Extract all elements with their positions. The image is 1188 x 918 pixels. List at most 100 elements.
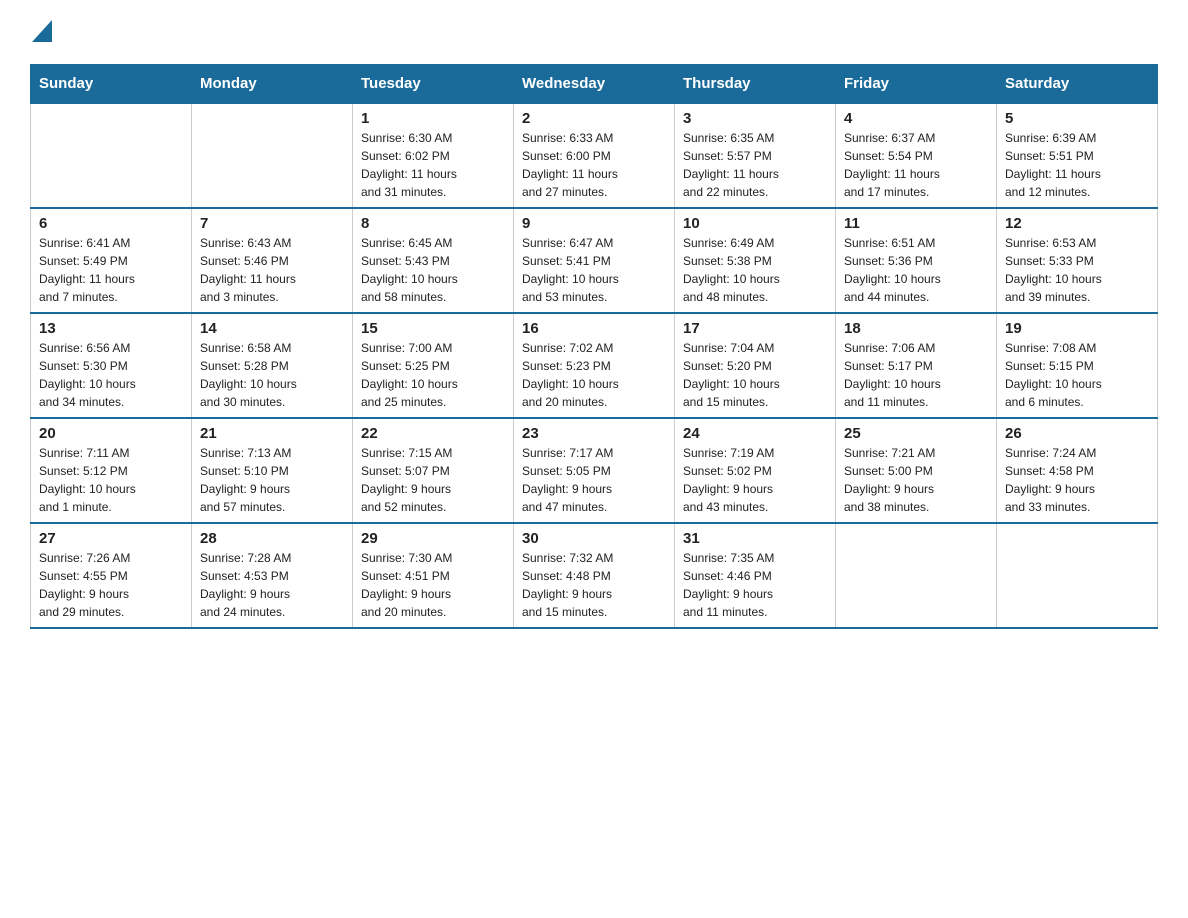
- calendar-day-cell: 17 Sunrise: 7:04 AM Sunset: 5:20 PM Dayli…: [675, 313, 836, 418]
- day-info-text: Sunrise: 6:53 AM Sunset: 5:33 PM Dayligh…: [1005, 234, 1149, 306]
- day-info-text: Sunrise: 7:15 AM Sunset: 5:07 PM Dayligh…: [361, 444, 505, 516]
- calendar-day-cell: 11 Sunrise: 6:51 AM Sunset: 5:36 PM Dayli…: [836, 208, 997, 313]
- calendar-table: SundayMondayTuesdayWednesdayThursdayFrid…: [30, 64, 1158, 629]
- calendar-day-cell: [192, 103, 353, 208]
- calendar-day-cell: 19Sunrise: 7:08 AM Sunset: 5:15 PM Dayli…: [997, 313, 1158, 418]
- day-info-text: Sunrise: 6:43 AM Sunset: 5:46 PM Dayligh…: [200, 234, 344, 306]
- day-of-week-header: Monday: [192, 65, 353, 104]
- page-header: [30, 20, 1158, 44]
- day-number: 31: [683, 530, 827, 547]
- day-info-text: Sunrise: 6:39 AM Sunset: 5:51 PM Dayligh…: [1005, 129, 1149, 201]
- calendar-day-cell: 15 Sunrise: 7:00 AM Sunset: 5:25 PM Dayli…: [353, 313, 514, 418]
- day-number: 24: [683, 425, 827, 442]
- day-number: 17: [683, 320, 827, 337]
- calendar-day-cell: 12 Sunrise: 6:53 AM Sunset: 5:33 PM Dayli…: [997, 208, 1158, 313]
- calendar-week-row: 13 Sunrise: 6:56 AM Sunset: 5:30 PM Dayli…: [31, 313, 1158, 418]
- calendar-day-cell: 29 Sunrise: 7:30 AM Sunset: 4:51 PM Dayli…: [353, 523, 514, 628]
- day-number: 4: [844, 110, 988, 127]
- day-info-text: Sunrise: 7:13 AM Sunset: 5:10 PM Dayligh…: [200, 444, 344, 516]
- calendar-day-cell: 9 Sunrise: 6:47 AM Sunset: 5:41 PM Daylig…: [514, 208, 675, 313]
- day-number: 5: [1005, 110, 1149, 127]
- day-number: 13: [39, 320, 183, 337]
- day-number: 1: [361, 110, 505, 127]
- calendar-day-cell: 4 Sunrise: 6:37 AM Sunset: 5:54 PM Daylig…: [836, 103, 997, 208]
- calendar-day-cell: [31, 103, 192, 208]
- day-info-text: Sunrise: 6:37 AM Sunset: 5:54 PM Dayligh…: [844, 129, 988, 201]
- calendar-day-cell: 18 Sunrise: 7:06 AM Sunset: 5:17 PM Dayli…: [836, 313, 997, 418]
- day-info-text: Sunrise: 6:56 AM Sunset: 5:30 PM Dayligh…: [39, 339, 183, 411]
- calendar-day-cell: 2 Sunrise: 6:33 AM Sunset: 6:00 PM Daylig…: [514, 103, 675, 208]
- calendar-day-cell: 13 Sunrise: 6:56 AM Sunset: 5:30 PM Dayli…: [31, 313, 192, 418]
- day-number: 8: [361, 215, 505, 232]
- day-info-text: Sunrise: 6:49 AM Sunset: 5:38 PM Dayligh…: [683, 234, 827, 306]
- calendar-week-row: 1 Sunrise: 6:30 AM Sunset: 6:02 PM Daylig…: [31, 103, 1158, 208]
- day-info-text: Sunrise: 7:24 AM Sunset: 4:58 PM Dayligh…: [1005, 444, 1149, 516]
- day-number: 27: [39, 530, 183, 547]
- day-info-text: Sunrise: 6:45 AM Sunset: 5:43 PM Dayligh…: [361, 234, 505, 306]
- calendar-day-cell: 20Sunrise: 7:11 AM Sunset: 5:12 PM Dayli…: [31, 418, 192, 523]
- calendar-day-cell: 31 Sunrise: 7:35 AM Sunset: 4:46 PM Dayli…: [675, 523, 836, 628]
- calendar-week-row: 6 Sunrise: 6:41 AM Sunset: 5:49 PM Daylig…: [31, 208, 1158, 313]
- calendar-day-cell: 6 Sunrise: 6:41 AM Sunset: 5:49 PM Daylig…: [31, 208, 192, 313]
- day-info-text: Sunrise: 6:51 AM Sunset: 5:36 PM Dayligh…: [844, 234, 988, 306]
- day-info-text: Sunrise: 7:06 AM Sunset: 5:17 PM Dayligh…: [844, 339, 988, 411]
- day-info-text: Sunrise: 7:35 AM Sunset: 4:46 PM Dayligh…: [683, 549, 827, 621]
- calendar-day-cell: 16 Sunrise: 7:02 AM Sunset: 5:23 PM Dayli…: [514, 313, 675, 418]
- logo-arrow-icon: [32, 20, 52, 42]
- day-info-text: Sunrise: 7:30 AM Sunset: 4:51 PM Dayligh…: [361, 549, 505, 621]
- calendar-day-cell: 8 Sunrise: 6:45 AM Sunset: 5:43 PM Daylig…: [353, 208, 514, 313]
- calendar-day-cell: 1 Sunrise: 6:30 AM Sunset: 6:02 PM Daylig…: [353, 103, 514, 208]
- day-number: 30: [522, 530, 666, 547]
- calendar-day-cell: 7 Sunrise: 6:43 AM Sunset: 5:46 PM Daylig…: [192, 208, 353, 313]
- day-number: 2: [522, 110, 666, 127]
- calendar-day-cell: 28 Sunrise: 7:28 AM Sunset: 4:53 PM Dayli…: [192, 523, 353, 628]
- day-info-text: Sunrise: 7:00 AM Sunset: 5:25 PM Dayligh…: [361, 339, 505, 411]
- day-info-text: Sunrise: 6:30 AM Sunset: 6:02 PM Dayligh…: [361, 129, 505, 201]
- day-number: 6: [39, 215, 183, 232]
- day-number: 14: [200, 320, 344, 337]
- day-number: 29: [361, 530, 505, 547]
- day-info-text: Sunrise: 7:04 AM Sunset: 5:20 PM Dayligh…: [683, 339, 827, 411]
- calendar-week-row: 27 Sunrise: 7:26 AM Sunset: 4:55 PM Dayli…: [31, 523, 1158, 628]
- day-number: 20: [39, 425, 183, 442]
- day-number: 11: [844, 215, 988, 232]
- day-of-week-header: Saturday: [997, 65, 1158, 104]
- calendar-day-cell: 24Sunrise: 7:19 AM Sunset: 5:02 PM Dayli…: [675, 418, 836, 523]
- day-info-text: Sunrise: 6:41 AM Sunset: 5:49 PM Dayligh…: [39, 234, 183, 306]
- calendar-day-cell: 25 Sunrise: 7:21 AM Sunset: 5:00 PM Dayli…: [836, 418, 997, 523]
- day-info-text: Sunrise: 6:47 AM Sunset: 5:41 PM Dayligh…: [522, 234, 666, 306]
- day-info-text: Sunrise: 7:21 AM Sunset: 5:00 PM Dayligh…: [844, 444, 988, 516]
- day-number: 18: [844, 320, 988, 337]
- calendar-day-cell: 22Sunrise: 7:15 AM Sunset: 5:07 PM Dayli…: [353, 418, 514, 523]
- calendar-day-cell: 27 Sunrise: 7:26 AM Sunset: 4:55 PM Dayli…: [31, 523, 192, 628]
- day-info-text: Sunrise: 7:28 AM Sunset: 4:53 PM Dayligh…: [200, 549, 344, 621]
- day-of-week-header: Wednesday: [514, 65, 675, 104]
- day-number: 7: [200, 215, 344, 232]
- calendar-week-row: 20Sunrise: 7:11 AM Sunset: 5:12 PM Dayli…: [31, 418, 1158, 523]
- day-number: 12: [1005, 215, 1149, 232]
- day-info-text: Sunrise: 6:58 AM Sunset: 5:28 PM Dayligh…: [200, 339, 344, 411]
- calendar-day-cell: [997, 523, 1158, 628]
- calendar-day-cell: 14 Sunrise: 6:58 AM Sunset: 5:28 PM Dayli…: [192, 313, 353, 418]
- day-of-week-header: Friday: [836, 65, 997, 104]
- day-info-text: Sunrise: 7:26 AM Sunset: 4:55 PM Dayligh…: [39, 549, 183, 621]
- day-number: 15: [361, 320, 505, 337]
- day-info-text: Sunrise: 7:02 AM Sunset: 5:23 PM Dayligh…: [522, 339, 666, 411]
- calendar-day-cell: 30Sunrise: 7:32 AM Sunset: 4:48 PM Dayli…: [514, 523, 675, 628]
- day-of-week-header: Tuesday: [353, 65, 514, 104]
- day-number: 3: [683, 110, 827, 127]
- day-number: 28: [200, 530, 344, 547]
- day-of-week-header: Sunday: [31, 65, 192, 104]
- calendar-day-cell: [836, 523, 997, 628]
- calendar-day-cell: 10Sunrise: 6:49 AM Sunset: 5:38 PM Dayli…: [675, 208, 836, 313]
- day-of-week-header: Thursday: [675, 65, 836, 104]
- day-number: 25: [844, 425, 988, 442]
- day-number: 26: [1005, 425, 1149, 442]
- day-info-text: Sunrise: 7:17 AM Sunset: 5:05 PM Dayligh…: [522, 444, 666, 516]
- day-info-text: Sunrise: 6:33 AM Sunset: 6:00 PM Dayligh…: [522, 129, 666, 201]
- day-number: 9: [522, 215, 666, 232]
- day-info-text: Sunrise: 7:08 AM Sunset: 5:15 PM Dayligh…: [1005, 339, 1149, 411]
- calendar-day-cell: 5 Sunrise: 6:39 AM Sunset: 5:51 PM Daylig…: [997, 103, 1158, 208]
- calendar-header-row: SundayMondayTuesdayWednesdayThursdayFrid…: [31, 65, 1158, 104]
- day-number: 16: [522, 320, 666, 337]
